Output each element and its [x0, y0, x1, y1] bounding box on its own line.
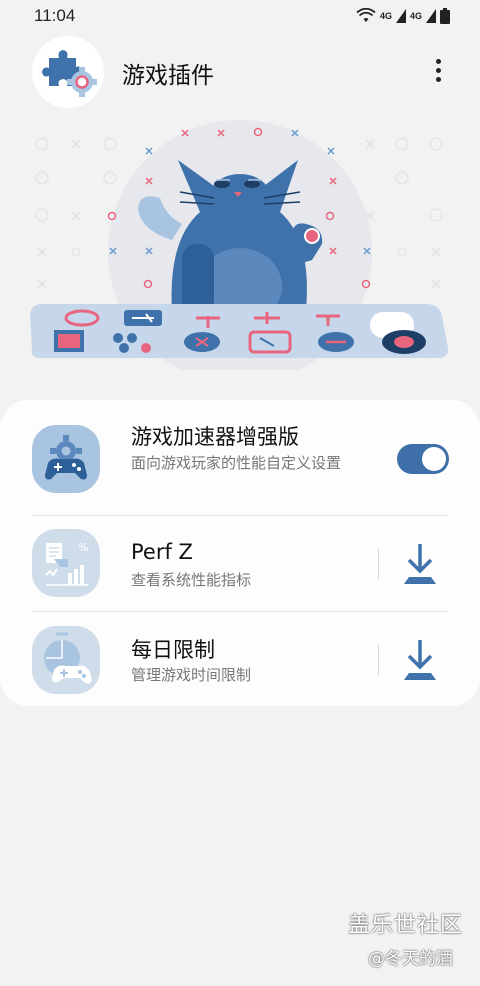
wifi-icon	[356, 8, 376, 22]
plugin-description: 管理游戏时间限制	[131, 666, 252, 684]
download-icon	[404, 640, 436, 680]
hero-illustration	[0, 120, 480, 384]
perf-z-icon: %	[32, 529, 100, 597]
vertical-separator	[378, 548, 379, 580]
more-dot-icon	[435, 67, 441, 73]
watermark-author: @冬天的酒	[368, 949, 453, 969]
list-item-game-booster-plus[interactable]: 游戏加速器增强版 面向游戏玩家的性能自定义设置	[0, 400, 480, 516]
more-options-button[interactable]	[424, 56, 452, 84]
puzzle-gear-icon	[42, 50, 97, 97]
status-bar: 11:04 4G 4G	[0, 0, 480, 34]
daily-limit-icon	[32, 626, 100, 694]
network-type-label-2: 4G	[409, 11, 422, 21]
perf-z-download-button[interactable]	[396, 540, 444, 588]
plugin-description: 面向游戏玩家的性能自定义设置	[131, 454, 342, 472]
daily-limit-download-button[interactable]	[396, 636, 444, 684]
plugin-list-card: 游戏加速器增强版 面向游戏玩家的性能自定义设置 % Perf Z 查看系统性能指…	[0, 400, 480, 706]
toggle-knob	[421, 446, 447, 472]
app-header: 游戏插件	[0, 34, 480, 110]
game-booster-icon	[32, 425, 100, 493]
more-dot-icon	[435, 58, 441, 64]
status-time: 11:04	[34, 6, 76, 25]
network-type-label: 4G	[379, 11, 392, 21]
page-title: 游戏插件	[122, 63, 214, 89]
plugin-title: Perf Z	[131, 540, 193, 564]
signal-icon-2	[426, 9, 436, 23]
list-item-daily-limit[interactable]: 每日限制 管理游戏时间限制	[0, 612, 480, 706]
signal-icon	[395, 9, 406, 23]
battery-icon	[440, 8, 450, 24]
more-dot-icon	[435, 76, 441, 82]
watermark-title: 盖乐世社区	[348, 913, 464, 938]
svg-text:%: %	[78, 541, 88, 554]
game-booster-toggle[interactable]	[397, 444, 449, 474]
vertical-separator	[378, 644, 379, 676]
plugin-title: 每日限制	[131, 638, 215, 662]
list-item-perf-z[interactable]: % Perf Z 查看系统性能指标	[0, 516, 480, 612]
plugin-title: 游戏加速器增强版	[131, 425, 299, 449]
download-icon	[404, 544, 436, 584]
cat-gamer-illustration	[30, 120, 449, 384]
status-icons: 4G 4G	[356, 6, 450, 26]
plugin-description: 查看系统性能指标	[131, 571, 252, 589]
app-logo	[32, 36, 104, 108]
